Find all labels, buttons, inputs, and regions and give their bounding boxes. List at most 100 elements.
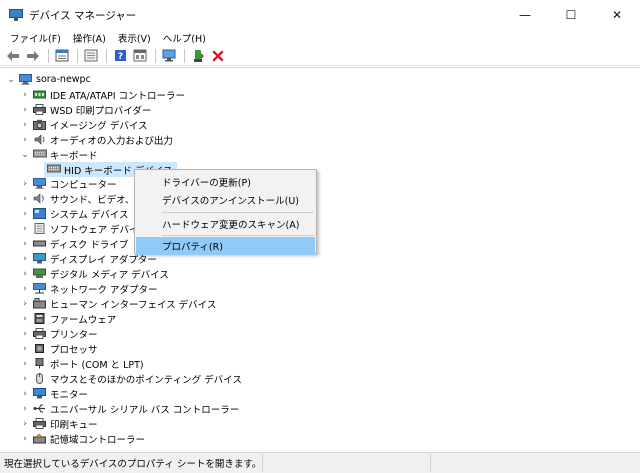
firmware-icon — [33, 313, 46, 324]
tree-root[interactable]: ⌄ sora-newpc — [6, 72, 91, 87]
menu-bar: ファイル(F) 操作(A) 表示(V) ヘルプ(H) — [0, 29, 640, 46]
chevron-right-icon[interactable]: › — [20, 341, 30, 356]
sound-icon — [33, 193, 46, 204]
chevron-right-icon[interactable]: › — [20, 176, 30, 191]
keyboard-icon — [33, 149, 47, 160]
software-device-icon — [33, 223, 46, 234]
chevron-right-icon[interactable]: › — [20, 371, 30, 386]
scan-hardware-icon[interactable] — [160, 48, 178, 64]
chevron-right-icon[interactable]: › — [20, 191, 30, 206]
tree-item[interactable]: › プリンター — [20, 326, 98, 341]
chevron-right-icon[interactable]: › — [20, 431, 30, 446]
chevron-right-icon[interactable]: › — [20, 401, 30, 416]
tree-item-label: ディスク ドライブ — [50, 239, 129, 251]
properties-sheet-icon[interactable] — [53, 48, 71, 64]
tree-item[interactable]: › ユニバーサル シリアル バス コントローラー — [20, 401, 239, 416]
forward-arrow-icon[interactable] — [24, 48, 42, 64]
tree-item-label: IDE ATA/ATAPI コントローラー — [50, 90, 186, 102]
minimize-button[interactable]: — — [502, 0, 548, 30]
context-menu-scan-hardware[interactable]: ハードウェア変更のスキャン(A) — [136, 215, 315, 233]
tree-item[interactable]: › ソフトウェア デバイス — [20, 221, 148, 236]
context-menu-separator — [162, 235, 314, 236]
tree-item[interactable]: › イメージング デバイス — [20, 117, 147, 132]
show-hidden-icon[interactable] — [82, 48, 100, 64]
tree-item[interactable]: › ファームウェア — [20, 311, 116, 326]
menu-help[interactable]: ヘルプ(H) — [157, 31, 212, 45]
chevron-right-icon[interactable]: › — [20, 386, 30, 401]
device-view-icon[interactable] — [131, 48, 149, 64]
context-menu-separator — [162, 212, 314, 213]
port-icon — [33, 358, 46, 369]
chevron-right-icon[interactable]: › — [20, 311, 30, 326]
tree-item[interactable]: › デジタル メディア デバイス — [20, 266, 169, 281]
context-menu-uninstall-device[interactable]: デバイスのアンインストール(U) — [136, 191, 315, 209]
tree-item-label: オーディオの入力および出力 — [50, 135, 173, 147]
tree-item[interactable]: › ディスク ドライブ — [20, 236, 128, 251]
chevron-down-icon[interactable]: ⌄ — [20, 147, 30, 162]
chevron-right-icon[interactable]: › — [20, 326, 30, 341]
display-adapter-icon — [33, 253, 46, 264]
chevron-right-icon[interactable]: › — [20, 206, 30, 221]
tree-item[interactable]: › マウスとそのほかのポインティング デバイス — [20, 371, 242, 386]
close-button[interactable]: ✕ — [594, 0, 640, 30]
tree-item[interactable]: › モニター — [20, 386, 88, 401]
chevron-right-icon[interactable]: › — [20, 281, 30, 296]
chevron-right-icon[interactable]: › — [20, 87, 30, 102]
tree-item-label: ネットワーク アダプター — [50, 284, 158, 296]
tree-item[interactable]: › WSD 印刷プロバイダー — [20, 102, 151, 117]
maximize-button[interactable]: ☐ — [548, 0, 594, 30]
chevron-right-icon[interactable]: › — [20, 296, 30, 311]
mouse-icon — [33, 373, 46, 384]
chevron-right-icon[interactable]: › — [20, 132, 30, 147]
enable-device-icon[interactable] — [189, 48, 207, 64]
tree-item[interactable]: › IDE ATA/ATAPI コントローラー — [20, 87, 185, 102]
computer-icon — [33, 178, 46, 189]
tree-item[interactable]: › ネットワーク アダプター — [20, 281, 158, 296]
chevron-down-icon[interactable]: ⌄ — [6, 72, 16, 87]
chevron-right-icon[interactable]: › — [20, 221, 30, 236]
chevron-right-icon[interactable]: › — [20, 251, 30, 266]
tree-item-label: 記憶域コントローラー — [50, 434, 146, 446]
tree-item-label: ユニバーサル シリアル バス コントローラー — [50, 404, 240, 416]
computer-icon — [19, 74, 32, 85]
tree-item-label: 印刷キュー — [50, 419, 98, 431]
usb-icon — [33, 403, 46, 414]
network-adapter-icon — [33, 283, 46, 294]
tree-item-keyboard[interactable]: ⌄ キーボード — [20, 147, 98, 162]
tree-item[interactable]: › システム デバイス — [20, 206, 128, 221]
print-queue-icon — [33, 418, 46, 429]
tree-item[interactable]: › ポート (COM と LPT) — [20, 356, 144, 371]
tree-item[interactable]: › プロセッサ — [20, 341, 97, 356]
title-bar[interactable]: デバイス マネージャー — ☐ ✕ — [0, 0, 640, 30]
keyboard-icon — [47, 164, 61, 175]
chevron-right-icon[interactable]: › — [20, 416, 30, 431]
status-bar: 現在選択しているデバイスのプロパティ シートを開きます。 — [0, 452, 640, 473]
chevron-right-icon[interactable]: › — [20, 102, 30, 117]
tree-item-label: プリンター — [50, 329, 98, 341]
menu-view[interactable]: 表示(V) — [112, 31, 157, 45]
tree-item[interactable]: › 記憶域コントローラー — [20, 431, 145, 446]
uninstall-x-icon[interactable] — [209, 48, 227, 64]
help-icon[interactable]: ? — [111, 48, 129, 64]
device-tree[interactable]: ⌄ sora-newpc › IDE ATA/ATAPI コントローラー › WSD … — [0, 67, 640, 452]
svg-text:?: ? — [117, 52, 122, 62]
chevron-right-icon[interactable]: › — [20, 236, 30, 251]
chevron-right-icon[interactable]: › — [20, 356, 30, 371]
tree-item[interactable]: › 印刷キュー — [20, 416, 98, 431]
chevron-right-icon[interactable]: › — [20, 266, 30, 281]
device-manager-window: デバイス マネージャー — ☐ ✕ ファイル(F) 操作(A) 表示(V) ヘル… — [0, 0, 640, 473]
tree-item[interactable]: › ヒューマン インターフェイス デバイス — [20, 296, 216, 311]
toolbar-separator — [184, 48, 185, 63]
printer-icon — [33, 328, 46, 339]
back-arrow-icon[interactable] — [4, 48, 22, 64]
context-menu-update-driver[interactable]: ドライバーの更新(P) — [136, 173, 315, 191]
status-bar-divider — [262, 454, 263, 471]
menu-action[interactable]: 操作(A) — [67, 31, 112, 45]
tree-item[interactable]: › コンピューター — [20, 176, 117, 191]
hid-icon — [33, 298, 46, 309]
context-menu-properties[interactable]: プロパティ(R) — [136, 237, 315, 255]
monitor-icon — [33, 388, 46, 399]
chevron-right-icon[interactable]: › — [20, 117, 30, 132]
tree-item[interactable]: › オーディオの入力および出力 — [20, 132, 173, 147]
menu-file[interactable]: ファイル(F) — [4, 31, 67, 45]
